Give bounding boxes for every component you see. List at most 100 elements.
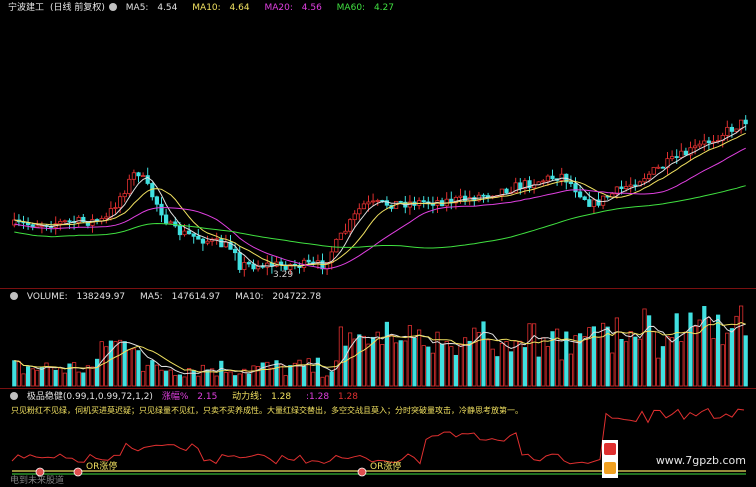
volume-bar: [297, 359, 302, 387]
low-price-label: 3.29: [273, 270, 294, 280]
signal-label-1: OR涨停: [86, 462, 118, 472]
volume-bar: [136, 350, 141, 387]
candlestick: [706, 136, 712, 150]
zf-value: 2.15: [197, 392, 218, 402]
price-panel: 宁波建工 (日线 前复权) MA5: 4.54 MA10: 4.64 MA20: …: [0, 0, 756, 288]
volume-bar: [430, 352, 436, 387]
volume-bar: [104, 346, 109, 387]
candlestick: [679, 143, 684, 160]
gear-icon[interactable]: [108, 3, 117, 11]
volume-bar: [679, 341, 684, 387]
price-header: 宁波建工 (日线 前复权) MA5: 4.54 MA10: 4.64 MA20: …: [8, 0, 406, 16]
volume-bar: [196, 375, 201, 387]
volume-bar: [338, 326, 344, 387]
volume-bar: [154, 364, 159, 387]
volume-bar: [140, 370, 146, 387]
volume-bar: [559, 359, 564, 387]
volume-bar: [439, 343, 445, 387]
ma60-label: MA60: 4.27: [336, 3, 394, 13]
volume-bar: [421, 345, 426, 387]
volume-bar: [76, 371, 81, 387]
volume-bar: [536, 356, 541, 387]
volume-bar: [568, 353, 574, 387]
volume-bar: [416, 329, 422, 387]
volume-bar: [214, 375, 219, 387]
settings-icon[interactable]: [10, 292, 18, 300]
volume-bar: [127, 349, 132, 387]
candlestick: [113, 202, 118, 214]
candlestick: [140, 172, 146, 178]
volume-bar: [163, 370, 169, 387]
volume-bar: [453, 354, 459, 387]
indicator-v2: 1.28: [337, 392, 359, 402]
volume-bar: [711, 338, 716, 387]
candlestick: [99, 215, 104, 225]
volume-bar: [495, 356, 500, 387]
price-chart[interactable]: [0, 0, 756, 288]
signal-dot: [73, 467, 83, 477]
indicator-v1: :1.28: [306, 392, 330, 402]
volume-bar: [90, 366, 95, 387]
volume-bar: [665, 336, 670, 387]
volume-bar: [389, 334, 394, 387]
volume-bar: [30, 368, 35, 387]
volume-bar: [490, 348, 495, 387]
candlestick: [462, 190, 468, 205]
indicator-header: 极品稳健(0.99,1,0.99,72,1,2) 涨幅% 2.15 动力线: 1…: [8, 389, 364, 405]
candlestick: [559, 167, 564, 186]
vol-ma5-value: 147614.97: [171, 292, 221, 302]
stock-title[interactable]: 宁波建工: [8, 3, 44, 13]
volume-bar: [697, 319, 702, 387]
vol-ma10-label: MA10:: [235, 292, 264, 302]
volume-panel: VOLUME: 138249.97 MA5: 147614.97 MA10: 2…: [0, 289, 756, 388]
volume-bar: [25, 366, 31, 387]
candlestick: [573, 177, 578, 198]
zf-label: 涨幅%: [161, 392, 189, 402]
volume-bar: [53, 369, 58, 387]
candlestick: [329, 246, 334, 270]
volume-bar: [311, 371, 316, 387]
candlestick: [62, 219, 68, 224]
volume-bar: [624, 341, 629, 387]
candlestick: [150, 182, 155, 201]
volume-bar: [67, 363, 72, 387]
candlestick: [582, 195, 587, 201]
volume-bar: [232, 375, 238, 387]
volume-bar: [449, 346, 454, 387]
watermark: www.7gpzb.com: [655, 454, 746, 467]
settings-icon-2[interactable]: [10, 392, 18, 400]
chart-mode: (日线 前复权): [50, 3, 105, 13]
volume-bar: [177, 374, 182, 387]
candlestick: [122, 190, 127, 203]
volume-bar: [674, 313, 679, 387]
volume-bar: [660, 346, 666, 387]
volume-bar: [619, 338, 624, 387]
volume-value: 138249.97: [76, 292, 126, 302]
volume-bar: [182, 376, 187, 387]
volume-bar: [407, 325, 413, 387]
candlestick: [421, 196, 426, 208]
volume-bar: [366, 343, 371, 387]
candlestick: [633, 179, 638, 191]
candlestick: [467, 190, 472, 206]
volume-bar: [518, 340, 523, 387]
volume-bar: [513, 340, 518, 387]
indicator-params: (0.99,1,0.99,72,1,2): [62, 392, 153, 402]
indicator-name: 极品稳健: [26, 392, 63, 402]
side-banner[interactable]: [602, 440, 618, 478]
candlestick: [306, 254, 311, 265]
candlestick: [688, 141, 693, 161]
ma20-label: MA20: 4.56: [264, 3, 322, 13]
candlestick: [628, 177, 633, 193]
candlestick: [334, 238, 339, 253]
volume-bar: [508, 351, 514, 387]
volume-bar: [269, 367, 275, 387]
volume-bar: [113, 341, 118, 387]
candlestick: [343, 223, 348, 235]
candlestick: [702, 133, 707, 152]
volume-bar: [706, 317, 712, 387]
volume-bar: [481, 321, 486, 387]
candlestick: [136, 171, 141, 183]
candlestick: [739, 119, 744, 134]
volume-bar: [237, 373, 242, 387]
